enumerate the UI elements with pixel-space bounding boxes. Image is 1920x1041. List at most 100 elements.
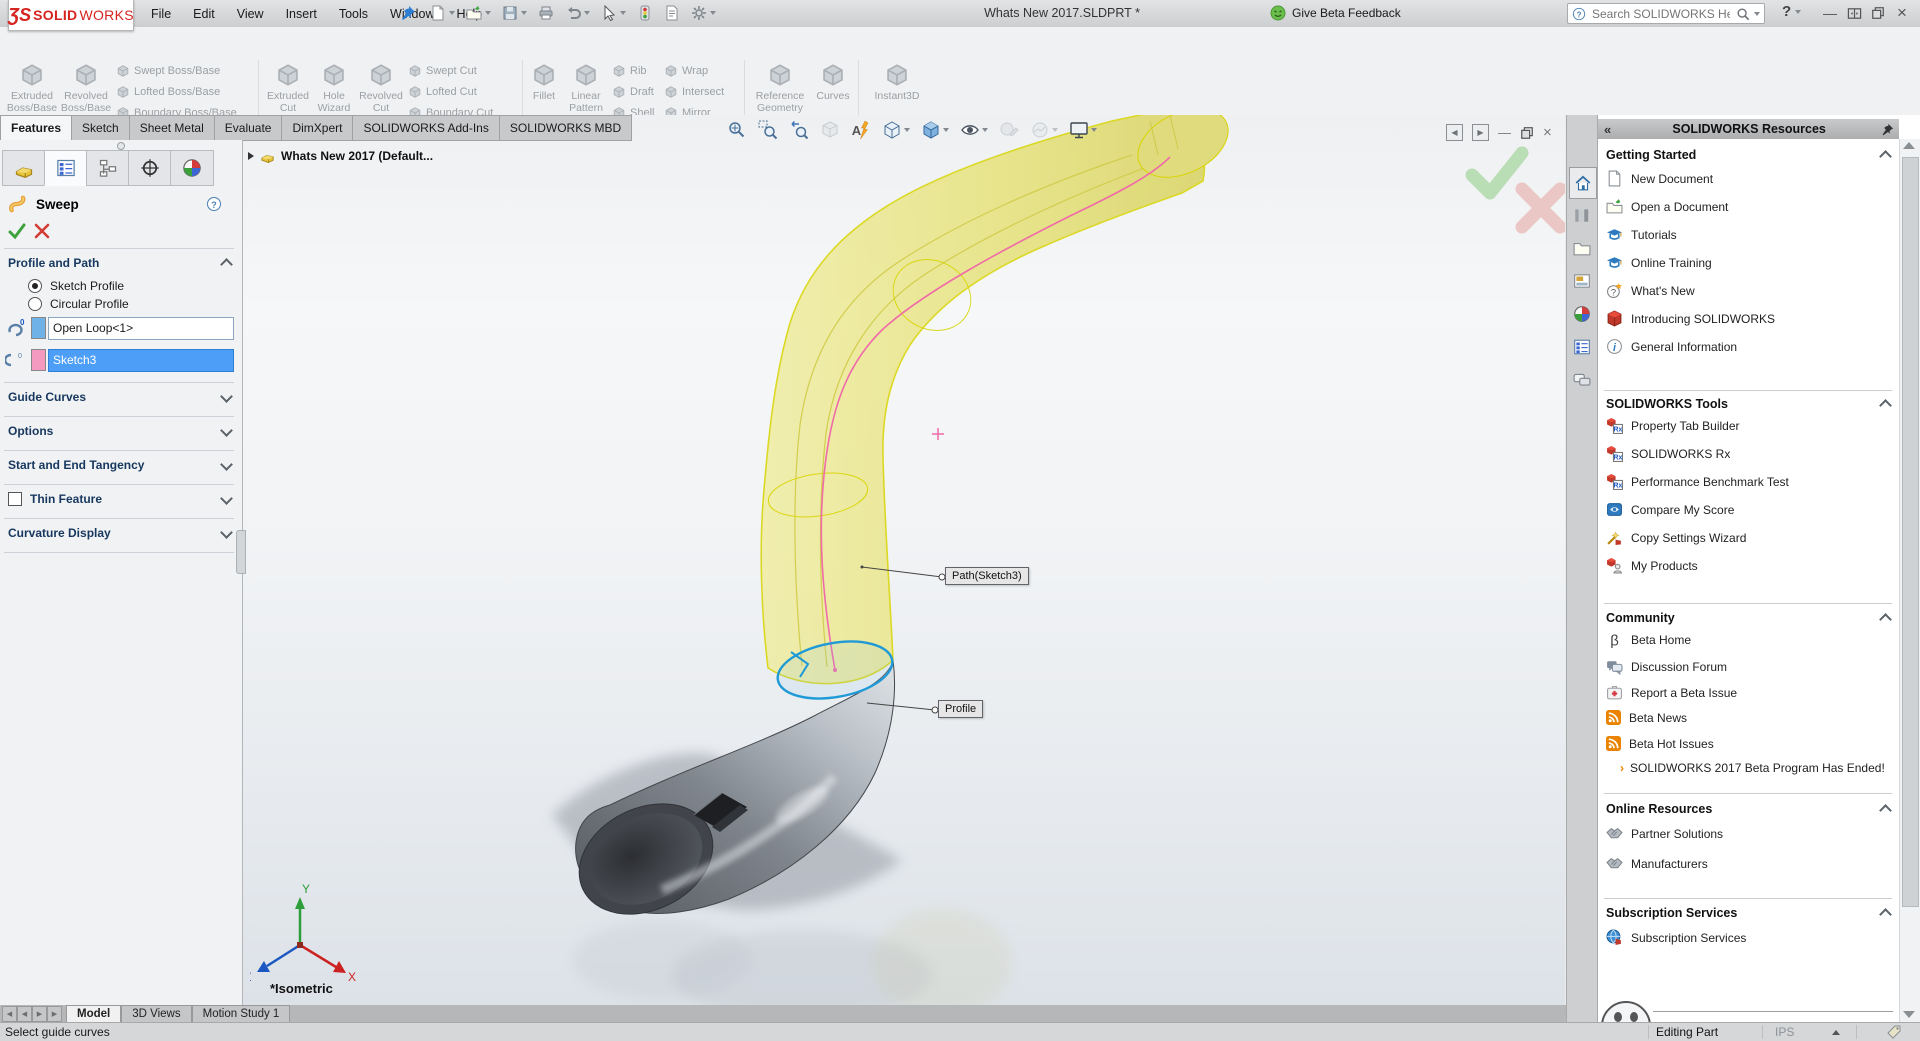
configuration-manager-tab[interactable] — [86, 150, 130, 186]
open-icon[interactable] — [466, 5, 482, 21]
menu-insert[interactable]: Insert — [275, 7, 328, 21]
tab-3d-views[interactable]: 3D Views — [121, 1005, 191, 1022]
edit-appearance-icon[interactable] — [999, 120, 1019, 140]
rib-button[interactable]: Rib — [612, 62, 647, 80]
tab-sheet-metal[interactable]: Sheet Metal — [130, 115, 215, 141]
doc-close-icon[interactable]: × — [1543, 124, 1552, 141]
item-new-document[interactable]: New Document — [1606, 170, 1713, 187]
item-report-beta-issue[interactable]: Report a Beta Issue — [1606, 684, 1737, 701]
scroll-up-arrow[interactable] — [1903, 142, 1915, 149]
item-discussion-forum[interactable]: Discussion Forum — [1606, 658, 1727, 675]
lofted-cut-button[interactable]: Lofted Cut — [408, 83, 477, 101]
print-icon[interactable] — [538, 5, 554, 21]
item-compare-my-score[interactable]: Compare My Score — [1606, 501, 1734, 518]
rebuild-icon[interactable] — [637, 5, 653, 21]
previous-document-icon[interactable]: ◀ — [1446, 124, 1463, 141]
tab-forum[interactable] — [1569, 365, 1595, 395]
item-general-information[interactable]: General Information — [1606, 338, 1737, 355]
tab-custom-properties[interactable] — [1569, 332, 1595, 362]
pm-cancel-button[interactable] — [34, 223, 50, 239]
intersect-button[interactable]: Intersect — [664, 83, 724, 101]
tree-expand-arrow[interactable] — [248, 152, 254, 160]
scrollbar-thumb[interactable] — [1902, 157, 1919, 907]
restore-button[interactable] — [1866, 3, 1890, 23]
section-profile-and-path[interactable]: Profile and Path — [8, 256, 99, 270]
help-dropdown-arrow[interactable] — [1795, 10, 1801, 14]
tab-solidworks-add-ins[interactable]: SOLIDWORKS Add-Ins — [353, 115, 499, 141]
view-orientation-dropdown-arrow[interactable] — [904, 128, 910, 132]
confirm-cancel-icon[interactable] — [1522, 189, 1560, 227]
item-tutorials[interactable]: Tutorials — [1606, 226, 1677, 243]
tab-design-library[interactable] — [1569, 200, 1595, 230]
item-copy-settings-wizard[interactable]: Copy Settings Wizard — [1606, 529, 1746, 546]
item-whats-new[interactable]: What's New — [1606, 282, 1695, 299]
tab-file-explorer[interactable] — [1569, 233, 1595, 263]
panel-splitter-handle[interactable] — [0, 142, 241, 149]
previous-view-icon[interactable] — [789, 120, 809, 140]
item-partner-solutions[interactable]: Partner Solutions — [1606, 825, 1723, 842]
tab-evaluate[interactable]: Evaluate — [215, 115, 283, 141]
tab-motion-study-1[interactable]: Motion Study 1 — [192, 1005, 291, 1022]
item-manufacturers[interactable]: Manufacturers — [1606, 855, 1708, 872]
prev-tab-nav-button[interactable]: ◀ — [17, 1006, 32, 1022]
tools-collapse-icon[interactable] — [1879, 399, 1892, 412]
online-resources-collapse-icon[interactable] — [1879, 804, 1892, 817]
panel-resize-grip[interactable] — [236, 530, 246, 574]
help-search-box[interactable] — [1567, 3, 1765, 24]
tab-features[interactable]: Features — [0, 115, 72, 141]
select-arrow-icon[interactable] — [601, 5, 617, 21]
undo-dropdown-arrow[interactable] — [584, 11, 590, 15]
section-options[interactable]: Options — [8, 424, 53, 438]
zoom-to-fit-icon[interactable] — [727, 120, 747, 140]
view-settings-dropdown-arrow[interactable] — [1091, 128, 1097, 132]
swept-boss-base-button[interactable]: Swept Boss/Base — [116, 62, 220, 80]
display-style-dropdown-arrow[interactable] — [943, 128, 949, 132]
tab-appearances[interactable] — [1569, 299, 1595, 329]
guide-curves-chevron[interactable] — [220, 390, 233, 403]
tab-dimxpert[interactable]: DimXpert — [282, 115, 353, 141]
new-dropdown-arrow[interactable] — [449, 11, 455, 15]
new-document-icon[interactable] — [430, 5, 446, 21]
open-dropdown-arrow[interactable] — [485, 11, 491, 15]
section-curvature[interactable]: Curvature Display — [8, 526, 111, 540]
next-document-icon[interactable]: ▶ — [1472, 124, 1489, 141]
sketch-profile-radio-circle[interactable] — [28, 279, 42, 293]
section-tangency[interactable]: Start and End Tangency — [8, 458, 144, 472]
select-dropdown-arrow[interactable] — [620, 11, 626, 15]
next-tab-nav-button[interactable]: ▶ — [32, 1006, 47, 1022]
section-view-icon[interactable] — [820, 120, 840, 140]
options-dropdown-arrow[interactable] — [710, 11, 716, 15]
pin-menu-icon[interactable] — [400, 5, 416, 21]
profile-callout[interactable]: Profile — [938, 700, 983, 718]
scroll-down-arrow[interactable] — [1903, 1011, 1915, 1018]
pin-pane-icon[interactable] — [1881, 123, 1894, 136]
menu-tools[interactable]: Tools — [328, 7, 379, 21]
view-orientation-button[interactable] — [882, 120, 910, 140]
display-style-button[interactable] — [921, 120, 949, 140]
curvature-chevron[interactable] — [220, 526, 233, 539]
sketch-profile-radio[interactable]: Sketch Profile — [28, 279, 124, 293]
tab-view-palette[interactable] — [1569, 266, 1595, 296]
feature-tree-flyout[interactable]: Whats New 2017 (Default... — [248, 148, 433, 163]
beta-feedback-button[interactable]: Give Beta Feedback — [1270, 5, 1401, 21]
close-button[interactable]: × — [1890, 3, 1914, 23]
item-solidworks-rx[interactable]: SOLIDWORKS Rx — [1606, 445, 1730, 462]
confirm-ok-icon[interactable] — [1472, 153, 1522, 193]
item-open-a-document[interactable]: Open a Document — [1606, 198, 1728, 215]
last-tab-nav-button[interactable]: ▶ — [47, 1006, 62, 1022]
options-gear-icon[interactable] — [691, 5, 707, 21]
search-dropdown-arrow[interactable] — [1754, 12, 1760, 16]
hide-show-items-button[interactable] — [960, 120, 988, 140]
task-pane-scrollbar[interactable] — [1899, 139, 1920, 1022]
item-beta-home[interactable]: Beta Home — [1606, 631, 1691, 648]
path-color-swatch[interactable] — [31, 349, 46, 371]
wrap-button[interactable]: Wrap — [664, 62, 708, 80]
tab-solidworks-mbd[interactable]: SOLIDWORKS MBD — [500, 115, 632, 141]
doc-minimize-icon[interactable]: — — [1498, 125, 1511, 140]
status-units[interactable]: IPS — [1775, 1025, 1794, 1039]
section-guide-curves[interactable]: Guide Curves — [8, 390, 86, 404]
tangency-chevron[interactable] — [220, 458, 233, 471]
item-my-products[interactable]: My Products — [1606, 557, 1698, 574]
minimize-button[interactable]: — — [1818, 3, 1842, 23]
item-introducing-solidworks[interactable]: Introducing SOLIDWORKS — [1606, 310, 1775, 327]
